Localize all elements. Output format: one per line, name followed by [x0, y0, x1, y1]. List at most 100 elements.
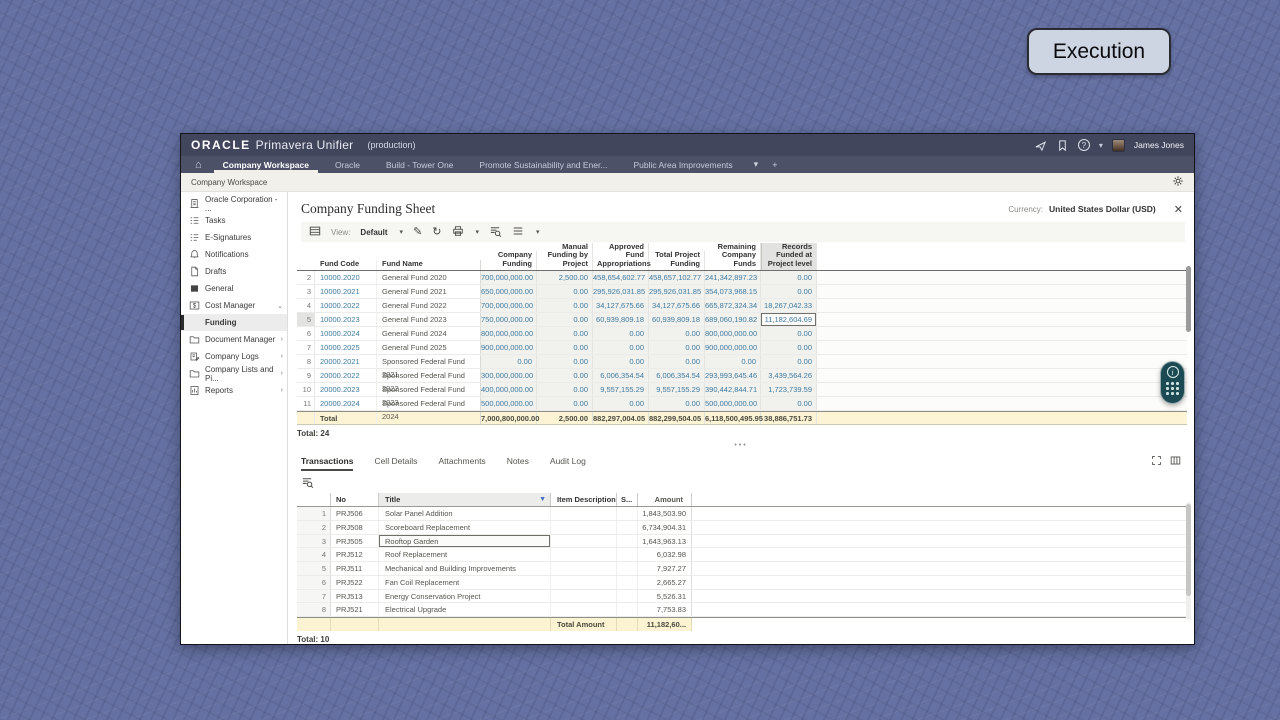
- record-no-cell[interactable]: PRJ506: [331, 507, 379, 520]
- pane-splitter[interactable]: •••: [297, 441, 1185, 449]
- fund-code-cell[interactable]: 20000.2023: [315, 383, 377, 396]
- records-funded-cell[interactable]: 0.00: [761, 397, 817, 410]
- close-icon[interactable]: ✕: [1172, 203, 1185, 216]
- sidebar-item-company-logs[interactable]: Company Logs ›: [181, 348, 287, 365]
- tab-build-tower-one[interactable]: Build - Tower One: [373, 156, 466, 173]
- company-funding-cell[interactable]: 650,000,000.00: [481, 285, 537, 298]
- title-cell[interactable]: Rooftop Garden: [379, 534, 551, 548]
- approved-appropriations-cell[interactable]: 295,926,031.85: [593, 285, 649, 298]
- announcements-icon[interactable]: [1034, 139, 1047, 152]
- total-project-funding-cell[interactable]: 295,926,031.85: [649, 285, 705, 298]
- company-funding-cell[interactable]: 700,000,000.00: [481, 299, 537, 312]
- grid-view-icon[interactable]: [309, 225, 321, 239]
- title-cell[interactable]: Fan Coil Replacement: [379, 575, 551, 589]
- transaction-row[interactable]: 8 PRJ521 Electrical Upgrade 7,753.83: [297, 603, 1187, 617]
- assistance-widget[interactable]: i: [1160, 361, 1185, 404]
- row-number-cell[interactable]: 3: [297, 285, 315, 298]
- remaining-funds-cell[interactable]: 390,442,844.71: [705, 383, 761, 396]
- status-cell[interactable]: [617, 603, 638, 616]
- refresh-icon[interactable]: ↻: [432, 226, 441, 238]
- manual-funding-cell[interactable]: 0.00: [537, 313, 593, 326]
- transaction-row[interactable]: 6 PRJ522 Fan Coil Replacement 2,665.27: [297, 575, 1187, 590]
- records-funded-cell[interactable]: 0.00: [761, 355, 817, 368]
- columns-icon[interactable]: [1170, 455, 1181, 468]
- tab-attachments[interactable]: Attachments: [438, 456, 485, 471]
- col-approved-appropriations[interactable]: Approved Fund Appropriations: [593, 242, 651, 270]
- remaining-funds-cell[interactable]: 900,000,000.00: [705, 341, 761, 354]
- col-status[interactable]: S...: [617, 493, 638, 506]
- funding-row[interactable]: 6 10000.2024 General Fund 2024 800,000,0…: [297, 327, 1187, 341]
- bookmark-icon[interactable]: [1056, 139, 1069, 152]
- col-manual-funding[interactable]: Manual Funding by Project: [537, 242, 593, 270]
- edit-pencil-icon[interactable]: ✎: [413, 226, 422, 238]
- col-fund-name[interactable]: Fund Name: [377, 259, 481, 270]
- item-description-cell[interactable]: [551, 520, 617, 534]
- records-funded-cell[interactable]: 0.00: [761, 327, 817, 340]
- title-cell[interactable]: Mechanical and Building Improvements: [379, 562, 551, 575]
- help-chevron-down-icon[interactable]: ▾: [1099, 141, 1103, 150]
- remaining-funds-cell[interactable]: 800,000,000.00: [705, 327, 761, 340]
- records-funded-cell[interactable]: 18,267,042.33: [761, 299, 817, 312]
- title-cell[interactable]: Energy Conservation Project: [379, 589, 551, 603]
- info-icon[interactable]: i: [1166, 366, 1179, 378]
- approved-appropriations-cell[interactable]: 6,006,354.54: [593, 369, 649, 382]
- item-description-cell[interactable]: [551, 603, 617, 616]
- sidebar-item-notifications[interactable]: Notifications: [181, 246, 287, 263]
- company-funding-cell[interactable]: 800,000,000.00: [481, 327, 537, 340]
- sidebar-item-reports[interactable]: Reports ›: [181, 382, 287, 399]
- total-project-funding-cell[interactable]: 0.00: [649, 341, 705, 354]
- chevron-right-icon[interactable]: ›: [281, 353, 283, 360]
- manual-funding-cell[interactable]: 0.00: [537, 369, 593, 382]
- col-item-description[interactable]: Item Description: [551, 493, 617, 506]
- amount-cell[interactable]: 5,526.31: [638, 589, 692, 603]
- fund-code-cell[interactable]: 10000.2023: [315, 313, 377, 326]
- transactions-scrollbar[interactable]: [1186, 504, 1191, 596]
- col-company-funding[interactable]: Company Funding: [481, 251, 537, 270]
- fund-code-cell[interactable]: 10000.2022: [315, 299, 377, 312]
- tab-public-area-improvements[interactable]: Public Area Improvements: [620, 156, 745, 173]
- records-funded-cell[interactable]: 0.00: [761, 285, 817, 298]
- funding-row[interactable]: 9 20000.2022 Sponsored Federal Fund 2022…: [297, 369, 1187, 393]
- records-funded-cell[interactable]: 3,439,564.26: [761, 369, 817, 382]
- sidebar-item-company[interactable]: Oracle Corporation - ...: [181, 195, 287, 213]
- row-number-cell[interactable]: 5: [297, 562, 331, 575]
- record-no-cell[interactable]: PRJ505: [331, 534, 379, 548]
- transaction-row[interactable]: 4 PRJ512 Roof Replacement 6,032.98: [297, 548, 1187, 562]
- transaction-row[interactable]: 1 PRJ506 Solar Panel Addition 1,843,503.…: [297, 507, 1187, 521]
- total-project-funding-cell[interactable]: 0.00: [649, 355, 705, 368]
- manual-funding-cell[interactable]: 0.00: [537, 383, 593, 396]
- row-number-cell[interactable]: 3: [297, 534, 331, 548]
- print-icon[interactable]: [452, 225, 464, 239]
- funding-row[interactable]: 7 10000.2025 General Fund 2025 900,000,0…: [297, 341, 1187, 355]
- find-on-page-icon[interactable]: [301, 476, 314, 491]
- status-cell[interactable]: [617, 589, 638, 603]
- status-cell[interactable]: [617, 520, 638, 534]
- funding-scrollbar[interactable]: [1186, 266, 1191, 332]
- funding-row[interactable]: 10 20000.2023 Sponsored Federal Fund 202…: [297, 383, 1187, 407]
- home-icon[interactable]: ⌂: [187, 156, 210, 173]
- approved-appropriations-cell[interactable]: 34,127,675.66: [593, 299, 649, 312]
- add-tab-button[interactable]: +: [772, 160, 777, 170]
- col-no[interactable]: No: [331, 493, 379, 506]
- col-total-project-funding[interactable]: Total Project Funding: [649, 251, 705, 270]
- tab-audit-log[interactable]: Audit Log: [550, 456, 586, 471]
- remaining-funds-cell[interactable]: 241,342,897.23: [705, 271, 761, 284]
- breadcrumb[interactable]: Company Workspace: [191, 178, 267, 187]
- manual-funding-cell[interactable]: 0.00: [537, 397, 593, 410]
- amount-cell[interactable]: 7,753.83: [638, 603, 692, 616]
- title-cell[interactable]: Scoreboard Replacement: [379, 520, 551, 534]
- record-no-cell[interactable]: PRJ522: [331, 575, 379, 589]
- total-project-funding-cell[interactable]: 6,006,354.54: [649, 369, 705, 382]
- col-records-funded[interactable]: Records Funded at Project level: [761, 242, 817, 270]
- total-project-funding-cell[interactable]: 458,657,102.77: [649, 271, 705, 284]
- total-project-funding-cell[interactable]: 9,557,155.29: [649, 383, 705, 396]
- remaining-funds-cell[interactable]: 0.00: [705, 355, 761, 368]
- item-description-cell[interactable]: [551, 548, 617, 561]
- manual-funding-cell[interactable]: 0.00: [537, 355, 593, 368]
- total-project-funding-cell[interactable]: 0.00: [649, 327, 705, 340]
- approved-appropriations-cell[interactable]: 0.00: [593, 327, 649, 340]
- row-number-cell[interactable]: 5: [297, 313, 315, 326]
- sidebar-item-general[interactable]: General: [181, 280, 287, 297]
- company-funding-cell[interactable]: 500,000,000.00: [481, 397, 537, 410]
- fund-name-cell[interactable]: Sponsored Federal Fund 2021: [377, 355, 481, 379]
